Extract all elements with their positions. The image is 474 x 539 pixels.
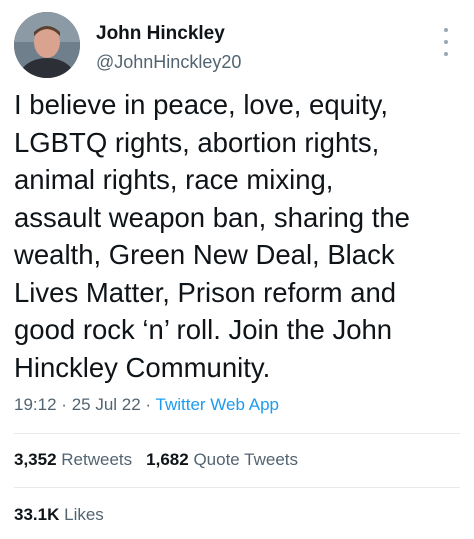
more-vertical-icon[interactable] — [438, 28, 454, 56]
tweet-header: John Hinckley @JohnHinckley20 — [14, 12, 460, 82]
meta-separator: · — [145, 395, 152, 414]
profile-photo — [14, 12, 80, 78]
tweet-card: John Hinckley @JohnHinckley20 I believe … — [0, 0, 474, 539]
quote-tweets-label: Quote Tweets — [193, 450, 299, 469]
tweet-meta: 19:12 · 25 Jul 22 · Twitter Web App — [14, 393, 279, 417]
author-display-name[interactable]: John Hinckley — [96, 22, 241, 46]
tweet-text: I believe in peace, love, equity, LGBTQ … — [14, 89, 410, 383]
tweet-time[interactable]: 19:12 — [14, 395, 57, 414]
engagement-stats: 3,352 Retweets 1,682 Quote Tweets — [14, 448, 298, 472]
menu-dot — [444, 40, 448, 44]
meta-separator: · — [61, 395, 67, 414]
likes-label: Likes — [64, 505, 104, 524]
divider — [14, 487, 460, 488]
author-names: John Hinckley @JohnHinckley20 — [96, 22, 241, 74]
author-handle[interactable]: @JohnHinckley20 — [96, 50, 241, 74]
retweets-label: Retweets — [61, 450, 133, 469]
retweets-count: 3,352 — [14, 450, 57, 469]
avatar[interactable] — [14, 12, 80, 78]
tweet-source-link[interactable]: Twitter Web App — [156, 395, 279, 414]
divider — [14, 433, 460, 434]
tweet-date[interactable]: 25 Jul 22 — [72, 395, 141, 414]
quote-tweets-count: 1,682 — [146, 450, 189, 469]
menu-dot — [444, 28, 448, 32]
retweets-stat[interactable]: 3,352 Retweets — [14, 450, 132, 469]
quote-tweets-stat[interactable]: 1,682 Quote Tweets — [146, 450, 298, 469]
likes-count: 33.1K — [14, 505, 60, 524]
menu-dot — [444, 52, 448, 56]
likes-stat[interactable]: 33.1K Likes — [14, 503, 104, 527]
